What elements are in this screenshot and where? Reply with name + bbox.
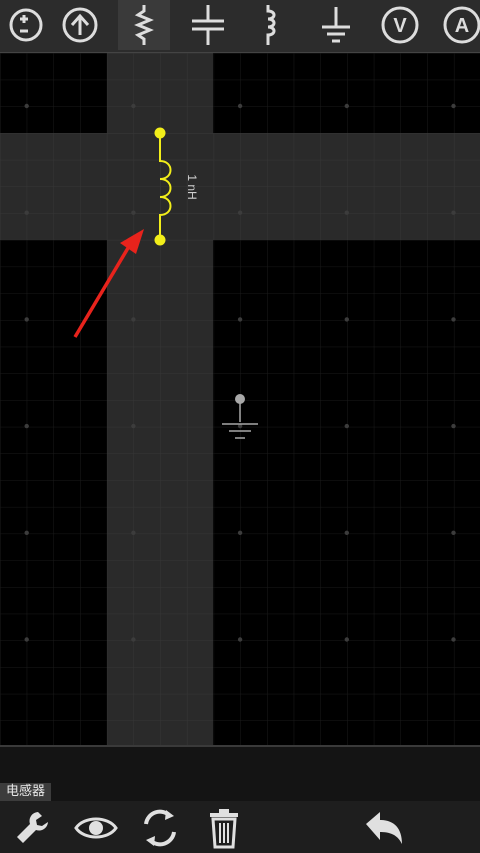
grid-node xyxy=(237,103,243,109)
grid-node xyxy=(451,423,456,429)
grid-node xyxy=(344,530,349,535)
rotate-icon xyxy=(144,809,176,847)
grid-node xyxy=(237,530,243,535)
grid-node xyxy=(344,210,349,215)
undo-button[interactable] xyxy=(360,805,408,851)
rotate-button[interactable] xyxy=(136,805,184,851)
grid-node xyxy=(451,637,456,642)
grid-node xyxy=(237,637,243,642)
resistor-tool[interactable] xyxy=(118,0,170,50)
inductor-tool[interactable] xyxy=(244,0,296,50)
voltmeter-tool[interactable]: V xyxy=(374,0,426,50)
grid-node xyxy=(131,530,136,535)
wrench-icon xyxy=(17,812,48,843)
grid-node xyxy=(451,317,456,322)
grid-node xyxy=(24,317,29,322)
schematic-board[interactable]: 1 nH xyxy=(0,53,480,745)
svg-text:A: A xyxy=(455,15,469,37)
grid-node xyxy=(451,210,456,215)
undo-icon xyxy=(366,812,402,844)
current-source-tool[interactable] xyxy=(54,0,106,50)
grid-node xyxy=(24,210,29,215)
grid-node xyxy=(344,317,349,322)
grid-node xyxy=(24,530,29,535)
view-button[interactable] xyxy=(72,805,120,851)
grid-node xyxy=(131,103,136,109)
component-toolbar: V A xyxy=(0,0,480,53)
dc-source-icon xyxy=(9,8,43,42)
grid-node xyxy=(344,103,349,109)
inductor-terminal-bottom[interactable] xyxy=(154,234,166,246)
ground-icon xyxy=(322,7,350,43)
info-panel xyxy=(0,745,480,803)
ammeter-tool[interactable]: A xyxy=(436,0,480,50)
action-bar xyxy=(0,801,480,853)
trash-icon xyxy=(210,809,238,849)
capacitor-tool[interactable] xyxy=(182,0,234,50)
grid-node xyxy=(344,423,349,429)
grid-node xyxy=(237,210,243,215)
inductor-terminal-top[interactable] xyxy=(154,127,166,139)
voltmeter-icon: V xyxy=(381,6,419,44)
resistor-icon xyxy=(134,5,154,45)
grid-node xyxy=(24,637,29,642)
grid-node xyxy=(237,317,243,322)
settings-button[interactable] xyxy=(8,805,56,851)
grid-node xyxy=(451,103,456,109)
svg-text:V: V xyxy=(393,15,407,37)
ground-tool[interactable] xyxy=(310,0,362,50)
grid-node xyxy=(131,317,136,322)
circuit-canvas[interactable]: 1 nH xyxy=(0,53,480,745)
grid-node xyxy=(131,637,136,642)
grid-node xyxy=(131,423,136,429)
ammeter-icon: A xyxy=(443,6,480,44)
grid-node xyxy=(24,103,29,109)
selected-component-label: 电感器 xyxy=(0,783,52,801)
grid-node xyxy=(344,637,349,642)
arrow-up-circle-icon xyxy=(62,7,98,43)
inductor-value-label: 1 nH xyxy=(185,174,199,199)
inductor-icon xyxy=(266,5,276,45)
capacitor-icon xyxy=(192,5,224,45)
eye-icon xyxy=(74,817,118,839)
voltage-source-tool[interactable] xyxy=(0,0,52,50)
grid-node xyxy=(24,423,29,429)
grid-node xyxy=(451,530,456,535)
grid-node xyxy=(131,210,136,215)
delete-button[interactable] xyxy=(200,805,248,851)
